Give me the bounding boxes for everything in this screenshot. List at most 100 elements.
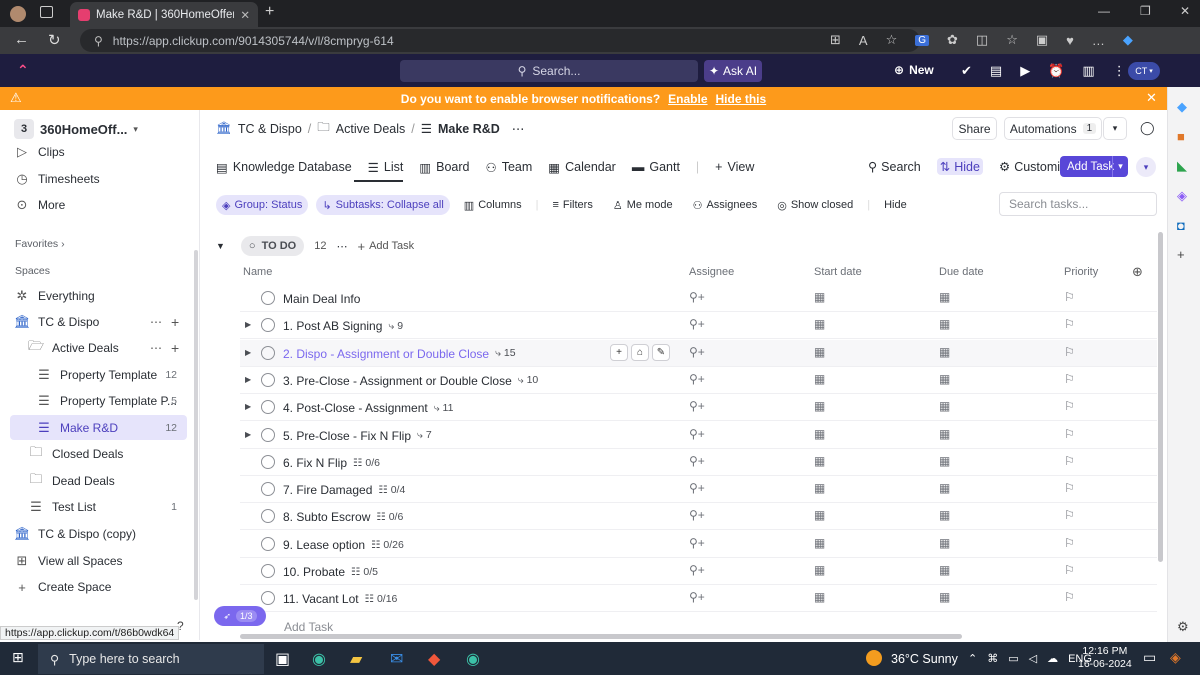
subtask-count[interactable]: ☷ 0/5 <box>351 566 378 578</box>
table-row[interactable]: ▶ 11. Vacant Lot☷ 0/16 ⚲+ ▦ ▦ ⚐ <box>240 585 1157 613</box>
due-date-icon[interactable]: ▦ <box>939 454 950 468</box>
add-assignee-icon[interactable]: ⚲+ <box>689 454 705 468</box>
chevron-down-icon[interactable]: ▾ <box>1112 156 1128 177</box>
automations-button[interactable]: Automations 1 <box>1004 117 1102 140</box>
task-status-circle-icon[interactable] <box>261 482 275 497</box>
table-row[interactable]: ▶ 3. Pre-Close - Assignment or Double Cl… <box>240 367 1157 394</box>
add-assignee-icon[interactable]: ⚲+ <box>689 481 705 495</box>
tab-gantt[interactable]: ▬ Gantt <box>632 160 680 174</box>
subtask-count[interactable]: ⤷ 9 <box>388 320 403 333</box>
subtasks-chip[interactable]: ↳ Subtasks: Collapse all <box>316 195 450 215</box>
task-status-circle-icon[interactable] <box>261 318 275 333</box>
add-column-icon[interactable]: ⊕ <box>1132 264 1143 280</box>
folder-more-icon[interactable]: ⋯ <box>150 341 162 355</box>
restore-icon[interactable]: ❐ <box>1140 4 1151 18</box>
group-status-chip[interactable]: ◈ Group: Status <box>216 195 309 215</box>
add-assignee-icon[interactable]: ⚲+ <box>689 536 705 550</box>
expand-caret-icon[interactable]: ▶ <box>245 430 251 439</box>
sidebar-item-timesheets[interactable]: ◷ Timesheets <box>14 169 99 189</box>
table-row[interactable]: ▶ 2. Dispo - Assignment or Double Close ⤷… <box>240 339 1157 367</box>
add-assignee-icon[interactable]: ⚲+ <box>689 290 705 304</box>
status-badge[interactable]: ○ TO DO <box>240 236 305 256</box>
add-task-row[interactable]: Add Task <box>284 620 333 634</box>
start-date-icon[interactable]: ▦ <box>814 317 825 331</box>
task-status-circle-icon[interactable] <box>261 509 275 524</box>
hide-chip[interactable]: Hide <box>878 195 913 215</box>
filters-chip[interactable]: ≡ Filters <box>546 195 598 215</box>
task-status-circle-icon[interactable] <box>261 400 275 415</box>
column-due-date[interactable]: Due date <box>939 266 984 278</box>
favorites-section[interactable]: Favorites › <box>15 238 65 250</box>
tab-team[interactable]: ⚇ Team <box>486 160 533 175</box>
table-row[interactable]: ▶ 9. Lease option☷ 0/26 ⚲+ ▦ ▦ ⚐ <box>240 531 1157 558</box>
sidebar-list-property-template-p[interactable]: ☰ Property Template P... <box>36 391 177 411</box>
chat-bubble-icon[interactable]: ▭ <box>1143 649 1156 666</box>
due-date-icon[interactable]: ▦ <box>939 317 950 331</box>
priority-flag-icon[interactable]: ⚐ <box>1064 290 1075 304</box>
sidebar-list-test-list[interactable]: ☰ Test List <box>28 497 96 517</box>
video-icon[interactable]: ▶ <box>1020 63 1030 79</box>
priority-flag-icon[interactable]: ⚐ <box>1064 508 1075 522</box>
start-date-icon[interactable]: ▦ <box>814 372 825 386</box>
table-row[interactable]: ▶ Main Deal Info ⚲+ ▦ ▦ ⚐ <box>240 285 1157 312</box>
breadcrumb-folder[interactable]: Active Deals <box>336 122 405 136</box>
notepad-icon[interactable]: ▤ <box>990 63 1002 79</box>
folder-add-icon[interactable]: + <box>171 340 179 356</box>
start-date-icon[interactable]: ▦ <box>814 508 825 522</box>
add-assignee-icon[interactable]: ⚲+ <box>689 427 705 441</box>
windows-start-icon[interactable]: ⊞ <box>12 649 24 666</box>
sidebar-folder-active-deals[interactable]: 🗁 Active Deals ⋯ + <box>28 338 190 358</box>
edge-browser-icon[interactable]: ◉ <box>312 649 326 669</box>
subtask-count[interactable]: ☷ 0/6 <box>376 511 403 523</box>
expand-caret-icon[interactable]: ▶ <box>245 320 251 329</box>
add-assignee-icon[interactable]: ⚲+ <box>689 372 705 386</box>
priority-flag-icon[interactable]: ⚐ <box>1064 563 1075 577</box>
edge-active-icon[interactable]: ◉ <box>466 649 480 669</box>
vertical-scrollbar[interactable] <box>1158 232 1163 562</box>
task-view-icon[interactable]: ▣ <box>275 649 290 669</box>
column-priority[interactable]: Priority <box>1064 266 1098 278</box>
expand-caret-icon[interactable]: ▶ <box>245 402 251 411</box>
site-info-icon[interactable]: ⚲ <box>94 34 103 48</box>
collapse-header-button[interactable]: ▾ <box>1136 157 1156 177</box>
sidebar-folder-closed-deals[interactable]: 🗀 Closed Deals <box>28 444 123 464</box>
profile-avatar[interactable] <box>10 6 26 22</box>
start-date-icon[interactable]: ▦ <box>814 290 825 304</box>
sidebar-item-space-tc-dispo-copy[interactable]: 🏛 TC & Dispo (copy) <box>14 524 136 544</box>
add-assignee-icon[interactable]: ⚲+ <box>689 563 705 577</box>
start-date-icon[interactable]: ▦ <box>814 454 825 468</box>
start-date-icon[interactable]: ▦ <box>814 563 825 577</box>
chevron-up-icon[interactable]: ⌃ <box>968 652 977 665</box>
assignees-chip[interactable]: ⚇ Assignees <box>687 195 764 215</box>
copilot-taskbar-icon[interactable]: ◈ <box>1170 649 1181 666</box>
task-status-circle-icon[interactable] <box>261 564 275 578</box>
close-window-icon[interactable]: ✕ <box>1180 4 1190 18</box>
close-tab-icon[interactable]: ✕ <box>240 8 250 22</box>
briefcase-icon[interactable]: ■ <box>1177 129 1187 144</box>
share-button[interactable]: Share <box>952 117 997 140</box>
breadcrumb-space[interactable]: TC & Dispo <box>238 122 302 136</box>
sidebar-folder-dead-deals[interactable]: 🗀 Dead Deals <box>28 471 114 491</box>
tab-knowledge-database[interactable]: ▤ Knowledge Database <box>216 160 352 175</box>
tab-list[interactable]: ☰ List <box>353 160 403 182</box>
due-date-icon[interactable]: ▦ <box>939 563 950 577</box>
clock[interactable]: 12:16 PM 16-06-2024 <box>1078 645 1132 671</box>
task-name[interactable]: 11. Vacant Lot ☷ 0/16 <box>283 592 397 606</box>
due-date-icon[interactable]: ▦ <box>939 536 950 550</box>
task-status-circle-icon[interactable] <box>261 291 275 305</box>
brave-browser-icon[interactable]: ◆ <box>428 649 440 669</box>
priority-flag-icon[interactable]: ⚐ <box>1064 590 1075 604</box>
clickup-logo-icon[interactable]: ⌃ <box>17 62 29 79</box>
favorite-star-icon[interactable]: ☆ <box>886 32 898 48</box>
priority-flag-icon[interactable]: ⚐ <box>1064 372 1075 386</box>
add-assignee-icon[interactable]: ⚲+ <box>689 399 705 413</box>
hide-button[interactable]: ⇅ Hide <box>936 158 983 175</box>
columns-chip[interactable]: ▥ Columns <box>458 195 528 215</box>
task-status-circle-icon[interactable] <box>261 372 275 387</box>
column-start-date[interactable]: Start date <box>814 266 862 278</box>
group-more-icon[interactable]: ⋯ <box>336 240 347 253</box>
collections-icon[interactable]: ▣ <box>1036 32 1048 48</box>
new-button[interactable]: ⊕ New <box>894 63 934 77</box>
space-add-icon[interactable]: + <box>171 314 179 330</box>
priority-flag-icon[interactable]: ⚐ <box>1064 345 1075 359</box>
